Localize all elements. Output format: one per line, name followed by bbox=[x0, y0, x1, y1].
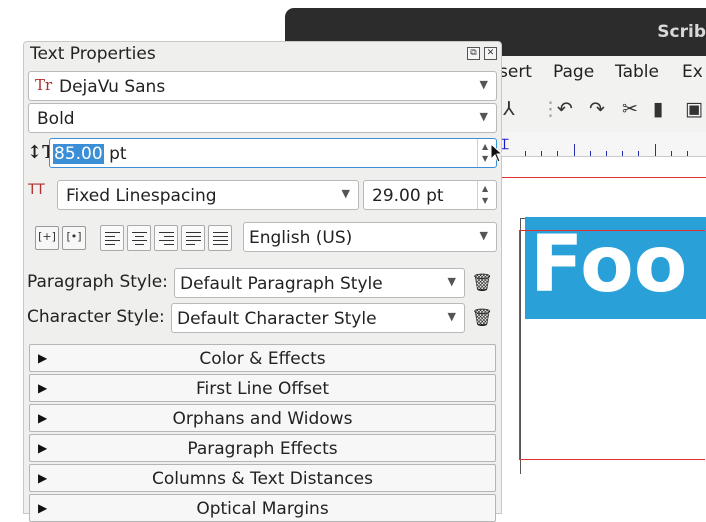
section-label: First Line Offset bbox=[195, 379, 330, 399]
paragraph-style-select[interactable]: Default Paragraph Style ▼ bbox=[174, 268, 465, 298]
section-label: Columns & Text Distances bbox=[152, 469, 373, 489]
pdf-icon[interactable]: ⅄ bbox=[503, 98, 515, 120]
section-optical-margins[interactable]: ▶ Optical Margins bbox=[29, 494, 496, 522]
font-family-select[interactable]: Tr DejaVu Sans ▼ bbox=[28, 71, 497, 101]
section-color-effects[interactable]: ▶ Color & Effects bbox=[29, 344, 496, 372]
stepper-up-icon[interactable]: ▲ bbox=[482, 142, 488, 151]
align-justify-icon[interactable] bbox=[181, 225, 205, 251]
chevron-down-icon: ▼ bbox=[341, 187, 350, 200]
linespacing-mode-value: Fixed Linespacing bbox=[66, 186, 217, 206]
menu-table[interactable]: Table bbox=[615, 62, 659, 82]
linespacing-value: 29.00 pt bbox=[372, 186, 444, 206]
menu-page[interactable]: Page bbox=[553, 62, 594, 82]
chevron-down-icon: ▼ bbox=[447, 275, 456, 288]
chevron-down-icon: ▼ bbox=[479, 78, 488, 91]
section-label: Orphans and Widows bbox=[172, 409, 353, 429]
increase-indent-icon[interactable]: [+] bbox=[35, 226, 59, 250]
section-columns-text-distances[interactable]: ▶ Columns & Text Distances bbox=[29, 464, 496, 492]
section-paragraph-effects[interactable]: ▶ Paragraph Effects bbox=[29, 434, 496, 462]
align-center-icon[interactable] bbox=[127, 225, 151, 251]
undo-icon[interactable]: ↶ bbox=[557, 98, 573, 120]
main-window-title: Scrib bbox=[657, 22, 706, 42]
align-forced-justify-icon[interactable] bbox=[208, 225, 232, 251]
section-orphans-widows[interactable]: ▶ Orphans and Widows bbox=[29, 404, 496, 432]
section-label: Paragraph Effects bbox=[187, 439, 338, 459]
horizontal-ruler[interactable]: ⌶ bbox=[485, 132, 706, 157]
align-right-icon[interactable] bbox=[154, 225, 178, 251]
menu-extras[interactable]: Ex bbox=[682, 62, 703, 82]
paragraph-style-value: Default Paragraph Style bbox=[180, 274, 383, 294]
align-left-icon[interactable] bbox=[100, 225, 124, 251]
float-icon[interactable]: ⧉ bbox=[467, 47, 480, 60]
mouse-cursor-icon bbox=[490, 143, 504, 163]
font-size-input[interactable]: 85.00 pt ▲ ▼ bbox=[49, 138, 497, 168]
paragraph-style-label: Paragraph Style: bbox=[27, 272, 168, 292]
linespacing-icon: TT bbox=[28, 182, 45, 198]
stepper-down-icon[interactable]: ▼ bbox=[482, 154, 488, 163]
redo-icon[interactable]: ↷ bbox=[589, 98, 605, 120]
font-size-unit: pt bbox=[109, 144, 127, 164]
linespacing-mode-select[interactable]: Fixed Linespacing ▼ bbox=[57, 180, 359, 210]
menu-insert[interactable]: sert bbox=[499, 62, 532, 82]
language-value: English (US) bbox=[249, 228, 353, 248]
decrease-indent-icon[interactable]: [•] bbox=[62, 226, 86, 250]
character-style-select[interactable]: Default Character Style ▼ bbox=[171, 303, 465, 333]
font-style-value: Bold bbox=[37, 109, 75, 129]
language-select[interactable]: English (US) ▼ bbox=[243, 222, 497, 252]
character-style-label: Character Style: bbox=[27, 307, 165, 327]
trash-icon[interactable]: 🗑 bbox=[471, 269, 493, 297]
chevron-down-icon: ▼ bbox=[479, 229, 488, 242]
font-icon: Tr bbox=[35, 76, 53, 94]
font-family-value: DejaVu Sans bbox=[59, 77, 166, 97]
document-canvas[interactable]: Foo bbox=[485, 157, 706, 520]
linespacing-value-input[interactable]: 29.00 pt ▲ ▼ bbox=[363, 180, 497, 210]
font-size-value: 85.00 bbox=[53, 144, 104, 164]
linespacing-stepper[interactable]: ▲ ▼ bbox=[477, 181, 496, 209]
font-style-select[interactable]: Bold ▼ bbox=[28, 103, 497, 133]
chevron-down-icon: ▼ bbox=[479, 110, 488, 123]
panel-title: Text Properties bbox=[30, 44, 156, 64]
margin-guide bbox=[485, 177, 706, 178]
cut-icon[interactable]: ✂ bbox=[622, 98, 638, 120]
close-icon[interactable]: ✕ bbox=[484, 47, 497, 60]
section-label: Color & Effects bbox=[199, 349, 326, 369]
character-style-value: Default Character Style bbox=[177, 309, 377, 329]
stepper-down-icon[interactable]: ▼ bbox=[482, 196, 488, 205]
stepper-up-icon[interactable]: ▲ bbox=[482, 184, 488, 193]
section-label: Optical Margins bbox=[196, 499, 329, 519]
trash-icon[interactable]: 🗑 bbox=[471, 304, 493, 332]
text-properties-panel: Text Properties ⧉ ✕ Tr DejaVu Sans ▼ Bol… bbox=[23, 41, 502, 522]
paste-icon[interactable]: ▣ bbox=[685, 98, 703, 120]
chevron-down-icon: ▼ bbox=[447, 310, 456, 323]
section-first-line-offset[interactable]: ▶ First Line Offset bbox=[29, 374, 496, 402]
copy-icon[interactable]: ▮ bbox=[653, 98, 663, 120]
frame-text[interactable]: Foo bbox=[530, 217, 687, 313]
